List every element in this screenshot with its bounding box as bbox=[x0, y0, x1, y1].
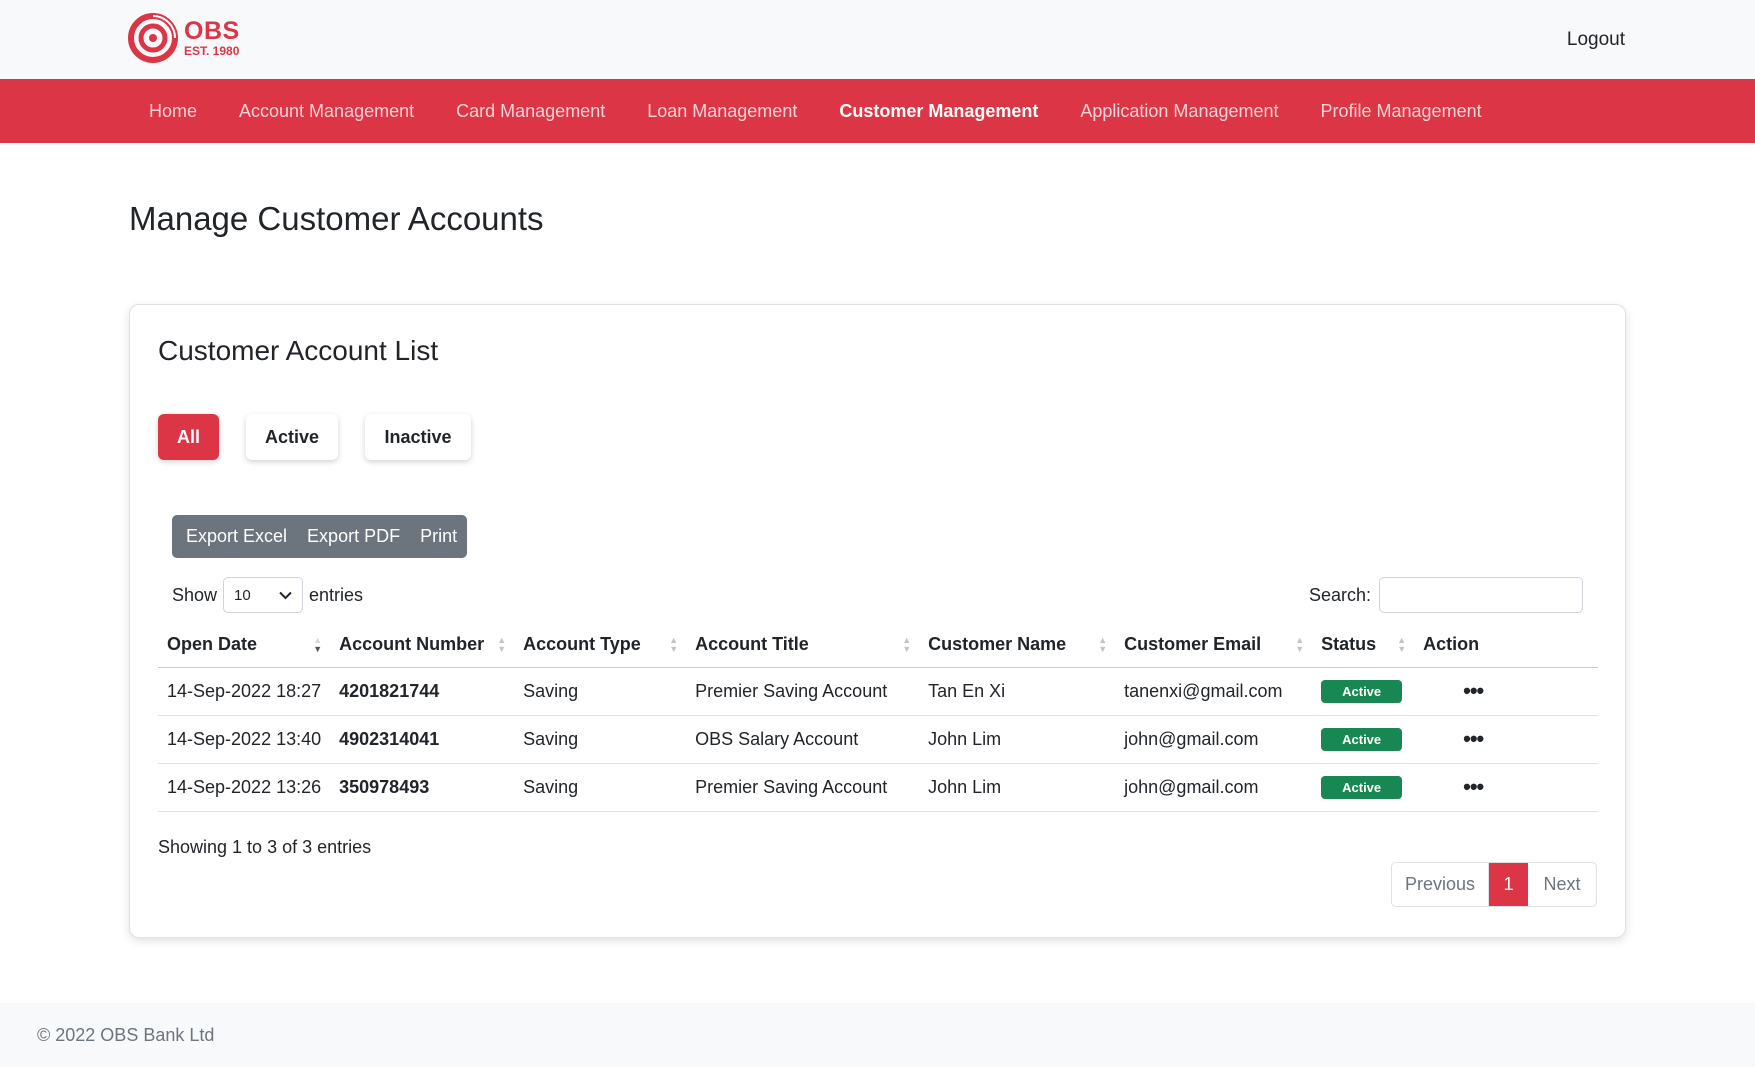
nav-item-loan-management[interactable]: Loan Management bbox=[626, 101, 818, 122]
sort-arrows-icon: ▲ ▼ bbox=[313, 635, 323, 654]
column-account-type[interactable]: Account Type ▲ ▼ bbox=[514, 623, 687, 668]
cell-action: ••• bbox=[1414, 715, 1598, 764]
cell-customer-name: Tan En Xi bbox=[919, 667, 1116, 716]
cell-status: Active bbox=[1312, 763, 1415, 812]
column-account-number[interactable]: Account Number ▲ ▼ bbox=[330, 623, 515, 668]
cell-action: ••• bbox=[1414, 667, 1598, 716]
search-label: Search: bbox=[1308, 584, 1371, 605]
cell-status: Active bbox=[1312, 715, 1415, 764]
nav-item-home[interactable]: Home bbox=[128, 101, 218, 122]
export-button-group: Export Excel Export PDF Print bbox=[172, 515, 468, 558]
status-badge: Active bbox=[1321, 727, 1403, 751]
column-open-date[interactable]: Open Date ▲ ▼ bbox=[158, 623, 331, 668]
logo-name: OBS bbox=[184, 17, 240, 45]
sort-arrows-icon: ▲ ▼ bbox=[1098, 635, 1108, 654]
cell-customer-email: john@gmail.com bbox=[1115, 715, 1313, 764]
filter-all-button[interactable]: All bbox=[158, 414, 219, 460]
more-dots-icon[interactable]: ••• bbox=[1423, 678, 1484, 703]
page-1-button[interactable]: 1 bbox=[1489, 863, 1528, 906]
sort-arrows-icon: ▲ ▼ bbox=[497, 635, 507, 654]
filter-inactive-button[interactable]: Inactive bbox=[365, 414, 471, 460]
table-row: 14-Sep-2022 18:27 4201821744 Saving Prem… bbox=[158, 667, 1598, 716]
cell-account-number: 4201821744 bbox=[330, 667, 515, 716]
print-button[interactable]: Print bbox=[410, 526, 467, 547]
cell-account-title: OBS Salary Account bbox=[686, 715, 920, 764]
search-input[interactable] bbox=[1379, 577, 1583, 613]
cell-customer-name: John Lim bbox=[919, 763, 1116, 812]
table-info: Showing 1 to 3 of 3 entries bbox=[158, 837, 372, 857]
export-pdf-button[interactable]: Export PDF bbox=[297, 526, 410, 547]
cell-account-title: Premier Saving Account bbox=[686, 763, 920, 812]
nav-item-profile-management[interactable]: Profile Management bbox=[1300, 101, 1503, 122]
cell-open-date: 14-Sep-2022 13:40 bbox=[158, 715, 331, 764]
cell-account-number: 350978493 bbox=[330, 763, 515, 812]
cell-customer-email: tanenxi@gmail.com bbox=[1115, 667, 1313, 716]
more-dots-icon[interactable]: ••• bbox=[1423, 774, 1484, 799]
export-excel-button[interactable]: Export Excel bbox=[176, 526, 297, 547]
pagination: Previous 1 Next bbox=[1391, 862, 1597, 907]
more-dots-icon[interactable]: ••• bbox=[1423, 726, 1484, 751]
card-title: Customer Account List bbox=[158, 335, 439, 366]
customer-account-table: Open Date ▲ ▼ Account Number ▲ ▼ Account Typ… bbox=[158, 623, 1598, 812]
previous-page-button[interactable]: Previous bbox=[1392, 863, 1489, 906]
entries-select[interactable]: 10 bbox=[223, 577, 304, 613]
cell-account-type: Saving bbox=[514, 763, 687, 812]
page-title: Manage Customer Accounts bbox=[129, 200, 544, 237]
cell-open-date: 14-Sep-2022 18:27 bbox=[158, 667, 331, 716]
logout-link[interactable]: Logout bbox=[1567, 29, 1625, 51]
cell-open-date: 14-Sep-2022 13:26 bbox=[158, 763, 331, 812]
sort-arrows-icon: ▲ ▼ bbox=[669, 635, 679, 654]
cell-customer-name: John Lim bbox=[919, 715, 1116, 764]
chevron-down-icon bbox=[279, 591, 292, 599]
show-label: Show bbox=[172, 584, 218, 605]
nav-item-account-management[interactable]: Account Management bbox=[218, 101, 435, 122]
sort-arrows-icon: ▲ ▼ bbox=[1397, 635, 1407, 654]
obs-ring-logo-icon bbox=[128, 13, 178, 63]
next-page-button[interactable]: Next bbox=[1528, 863, 1596, 906]
cell-status: Active bbox=[1312, 667, 1415, 716]
column-account-title[interactable]: Account Title ▲ ▼ bbox=[686, 623, 920, 668]
cell-account-type: Saving bbox=[514, 667, 687, 716]
table-row: 14-Sep-2022 13:26 350978493 Saving Premi… bbox=[158, 763, 1598, 812]
table-row: 14-Sep-2022 13:40 4902314041 Saving OBS … bbox=[158, 715, 1598, 764]
table-header-row: Open Date ▲ ▼ Account Number ▲ ▼ Account Typ… bbox=[158, 623, 1598, 668]
nav-item-customer-management[interactable]: Customer Management bbox=[818, 101, 1059, 122]
entries-length-control: Show 10 entries bbox=[172, 577, 363, 613]
filter-active-button[interactable]: Active bbox=[246, 414, 338, 460]
sort-arrows-icon: ▲ ▼ bbox=[1295, 635, 1305, 654]
sort-arrows-icon: ▲ ▼ bbox=[902, 635, 912, 654]
column-customer-email[interactable]: Customer Email ▲ ▼ bbox=[1115, 623, 1313, 668]
cell-account-number: 4902314041 bbox=[330, 715, 515, 764]
column-action: Action bbox=[1414, 623, 1598, 668]
status-badge: Active bbox=[1321, 775, 1403, 799]
cell-action: ••• bbox=[1414, 763, 1598, 812]
cell-customer-email: john@gmail.com bbox=[1115, 763, 1313, 812]
search-control: Search: bbox=[1309, 577, 1583, 613]
cell-account-type: Saving bbox=[514, 715, 687, 764]
column-status[interactable]: Status ▲ ▼ bbox=[1312, 623, 1415, 668]
entries-label: entries bbox=[309, 584, 364, 605]
entries-select-value: 10 bbox=[234, 586, 251, 604]
nav-item-application-management[interactable]: Application Management bbox=[1059, 101, 1299, 122]
customer-account-card: Customer Account List All Active Inactiv… bbox=[129, 304, 1626, 938]
cell-account-title: Premier Saving Account bbox=[686, 667, 920, 716]
obs-logo[interactable]: OBS EST. 1980 bbox=[128, 13, 240, 63]
footer-copyright: © 2022 OBS Bank Ltd bbox=[37, 1025, 215, 1045]
footer: © 2022 OBS Bank Ltd bbox=[0, 1003, 1755, 1067]
column-customer-name[interactable]: Customer Name ▲ ▼ bbox=[919, 623, 1116, 668]
main-nav: Home Account Management Card Management … bbox=[0, 79, 1755, 143]
nav-item-card-management[interactable]: Card Management bbox=[435, 101, 626, 122]
status-badge: Active bbox=[1321, 679, 1403, 703]
top-bar: OBS EST. 1980 Logout bbox=[0, 0, 1755, 79]
logo-est: EST. 1980 bbox=[184, 44, 240, 58]
